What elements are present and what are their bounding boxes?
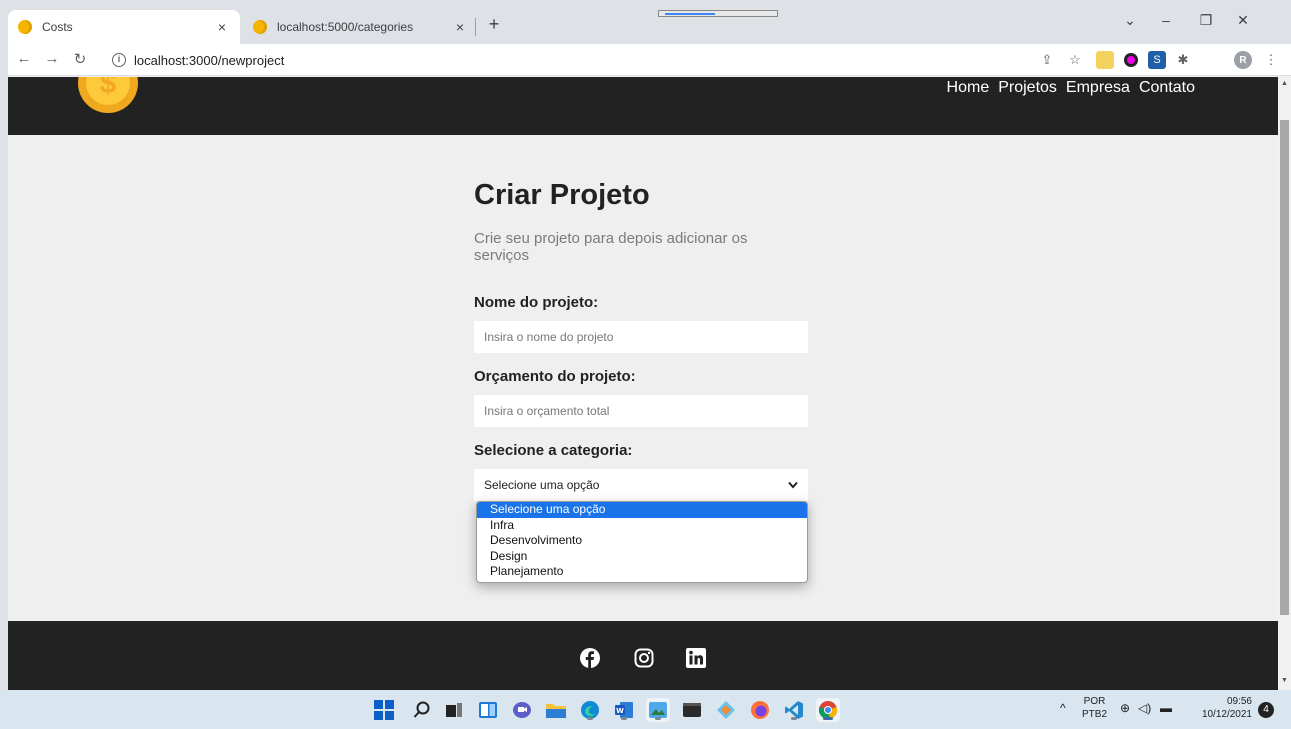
svg-text:W: W <box>616 707 624 715</box>
notification-badge[interactable]: 4 <box>1258 702 1274 718</box>
address-bar[interactable]: i localhost:3000/newproject <box>112 48 1032 72</box>
tab-favicon-icon <box>18 20 32 34</box>
extension-color-icon[interactable] <box>1122 51 1140 69</box>
window-drag-preview <box>658 10 778 17</box>
instagram-icon[interactable] <box>633 647 655 669</box>
share-icon[interactable]: ⇪ <box>1038 51 1056 69</box>
nav-link-empresa[interactable]: Empresa <box>1066 79 1130 97</box>
tab-categories[interactable]: localhost:5000/categories × <box>243 10 478 44</box>
minimize-icon[interactable]: – <box>1156 12 1176 28</box>
page-subtitle: Crie seu projeto para depois adicionar o… <box>474 230 748 264</box>
teams-chat-icon[interactable] <box>510 698 534 722</box>
window-frame <box>0 0 8 690</box>
coin-logo-icon[interactable]: $ <box>78 77 138 113</box>
project-name-placeholder: Insira o nome do projeto <box>484 330 614 344</box>
category-option[interactable]: Desenvolvimento <box>477 533 807 549</box>
menu-kebab-icon[interactable]: ⋮ <box>1262 51 1280 69</box>
tab-title: Costs <box>42 20 73 34</box>
vscode-icon[interactable] <box>782 698 806 722</box>
chevron-down-icon <box>788 478 798 492</box>
nav-link-projetos[interactable]: Projetos <box>998 79 1057 97</box>
category-option[interactable]: Design <box>477 549 807 565</box>
back-arrow-icon[interactable]: ← <box>14 50 34 67</box>
logo-symbol: $ <box>99 77 117 100</box>
clock-date: 10/12/2021 <box>1201 709 1252 720</box>
restore-icon[interactable]: ❐ <box>1196 12 1216 29</box>
volume-icon[interactable]: ◁) <box>1138 702 1151 715</box>
keyboard-layout: PTB2 <box>1082 709 1108 720</box>
page-scrollbar[interactable]: ▲ ▼ <box>1278 77 1291 690</box>
tab-title: localhost:5000/categories <box>277 20 414 34</box>
window-close-icon[interactable]: ✕ <box>1233 12 1253 29</box>
image-viewer-icon[interactable] <box>646 698 670 722</box>
tab-favicon-icon <box>253 20 267 34</box>
file-explorer-icon[interactable] <box>544 698 568 722</box>
tab-search-chevron-icon[interactable]: ⌄ <box>1120 12 1140 29</box>
search-icon[interactable] <box>410 698 434 722</box>
page-viewport: $ Home Projetos Empresa Contato Criar Pr… <box>8 77 1278 690</box>
scroll-up-arrow-icon[interactable]: ▲ <box>1278 80 1291 87</box>
nav-link-contato[interactable]: Contato <box>1139 79 1195 97</box>
word-icon[interactable]: W <box>612 698 636 722</box>
sourcetree-diamond-icon[interactable] <box>714 698 738 722</box>
os-taskbar: W ^ POR PTB2 ⊕ ◁) ▬ 09:56 10/12/2021 4 <box>0 690 1291 729</box>
address-row: ← → ↻ i localhost:3000/newproject ⇪ ☆ S … <box>8 44 1291 76</box>
profile-avatar-icon[interactable]: R <box>1234 51 1252 69</box>
terminal-icon[interactable] <box>680 698 704 722</box>
task-view-icon[interactable] <box>442 698 466 722</box>
extension-screenshot-icon[interactable] <box>1096 51 1114 69</box>
edge-browser-icon[interactable] <box>578 698 602 722</box>
bookmark-star-icon[interactable]: ☆ <box>1066 51 1084 69</box>
page-title: Criar Projeto <box>474 179 650 211</box>
clock[interactable]: 09:56 10/12/2021 <box>1198 695 1252 721</box>
firefox-icon[interactable] <box>748 698 772 722</box>
network-globe-icon[interactable]: ⊕ <box>1120 702 1130 715</box>
clock-time: 09:56 <box>1226 696 1252 707</box>
chrome-icon[interactable] <box>816 698 840 722</box>
url-text: localhost:3000/newproject <box>134 52 285 68</box>
project-name-label: Nome do projeto: <box>474 294 599 311</box>
category-select[interactable]: Selecione uma opção <box>474 469 808 501</box>
scroll-down-arrow-icon[interactable]: ▼ <box>1278 677 1291 684</box>
facebook-icon[interactable] <box>579 647 601 669</box>
tab-close-icon[interactable]: × <box>452 19 468 35</box>
category-option[interactable]: Selecione uma opção <box>477 502 807 518</box>
new-project-form: Criar Projeto Crie seu projeto para depo… <box>474 179 810 501</box>
scrollbar-thumb[interactable] <box>1280 120 1289 615</box>
nav-link-home[interactable]: Home <box>947 79 990 97</box>
project-budget-input[interactable]: Insira o orçamento total <box>474 395 808 427</box>
project-budget-placeholder: Insira o orçamento total <box>484 404 610 418</box>
battery-icon[interactable]: ▬ <box>1160 702 1172 715</box>
tab-close-icon[interactable]: × <box>214 19 230 35</box>
tab-separator <box>475 18 476 36</box>
extensions-puzzle-icon[interactable]: ✱ <box>1174 51 1192 69</box>
language-indicator[interactable]: POR PTB2 <box>1082 695 1107 721</box>
category-label: Selecione a categoria: <box>474 442 633 459</box>
category-option[interactable]: Infra <box>477 518 807 534</box>
category-selected-value: Selecione uma opção <box>484 478 600 492</box>
nav-links: Home Projetos Empresa Contato <box>947 79 1195 97</box>
reload-icon[interactable]: ↻ <box>70 50 90 68</box>
project-budget-label: Orçamento do projeto: <box>474 368 636 385</box>
extension-s-icon[interactable]: S <box>1148 51 1166 69</box>
footer <box>8 621 1278 690</box>
category-option[interactable]: Planejamento <box>477 564 807 580</box>
navbar: $ Home Projetos Empresa Contato <box>8 77 1278 135</box>
new-tab-button[interactable]: + <box>484 14 504 35</box>
linkedin-icon[interactable] <box>685 647 707 669</box>
tab-costs[interactable]: Costs × <box>8 10 240 44</box>
category-dropdown-list: Selecione uma opção Infra Desenvolviment… <box>476 501 808 583</box>
widgets-icon[interactable] <box>476 698 500 722</box>
tray-overflow-chevron-icon[interactable]: ^ <box>1060 702 1066 715</box>
language-code: POR <box>1083 696 1106 707</box>
project-name-input[interactable]: Insira o nome do projeto <box>474 321 808 353</box>
tab-strip: Costs × localhost:5000/categories × + ⌄ … <box>8 0 1291 44</box>
windows-start-icon[interactable] <box>372 698 396 722</box>
site-info-icon[interactable]: i <box>112 53 126 67</box>
forward-arrow-icon[interactable]: → <box>42 50 62 67</box>
